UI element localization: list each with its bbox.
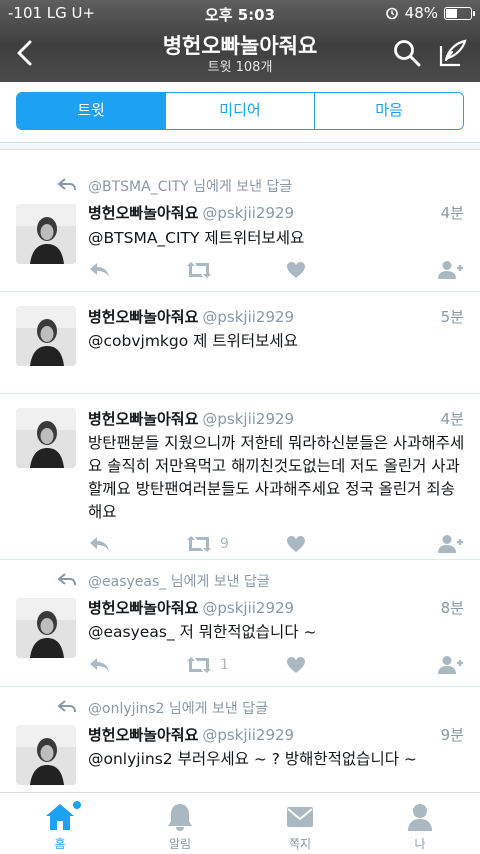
reply-button[interactable] — [88, 653, 110, 677]
nav-notifications-label: 알림 — [168, 837, 192, 851]
retweet-button[interactable] — [186, 258, 220, 282]
avatar[interactable] — [16, 725, 76, 785]
person-icon — [408, 804, 432, 831]
heart-icon — [287, 657, 305, 673]
avatar[interactable] — [16, 204, 76, 264]
search-icon[interactable] — [392, 38, 422, 68]
profile-tabs: 트윗 미디어 마음 — [0, 82, 480, 142]
reply-button[interactable] — [88, 532, 110, 556]
tweet-header: 병헌오빠놀아줘요 @pskjii2929 5분 — [88, 306, 464, 327]
nav-messages[interactable]: 쪽지 — [240, 793, 360, 854]
add-user-icon — [438, 656, 463, 674]
tweet-text: @cobvjmkgo 제 트위터보세요 — [88, 332, 298, 350]
nav-me-label: 나 — [414, 837, 426, 851]
heart-icon — [287, 262, 305, 278]
tweet-text: 방탄팬분들 지웠으니까 저한테 뭐라하신분들은 사과해주세요 솔직히 저만욕먹고… — [88, 434, 465, 521]
display-name[interactable]: 병헌오빠놀아줘요 — [88, 599, 198, 617]
retweet-count: 9 — [220, 536, 229, 552]
like-button[interactable] — [286, 258, 306, 282]
tweet-header: 병헌오빠놀아줘요 @pskjii2929 9분 — [88, 724, 464, 745]
timestamp: 5분 — [440, 308, 464, 326]
retweet-button[interactable]: 1 — [186, 653, 229, 677]
display-name[interactable]: 병헌오빠놀아줘요 — [88, 410, 198, 428]
tweet-actions: 1 — [88, 653, 464, 677]
segmented-control: 트윗 미디어 마음 — [16, 92, 464, 130]
add-user-icon — [438, 535, 463, 553]
tweet[interactable]: @onlyjins2 님에게 보낸 답글 병헌오빠놀아줘요 @pskjii2929… — [0, 687, 480, 792]
tweet-text: @BTSMA_CITY 제트위터보세요 — [88, 229, 305, 247]
battery-icon — [444, 6, 475, 20]
reply-context[interactable]: @onlyjins2 님에게 보낸 답글 — [88, 698, 268, 718]
tweet-header: 병헌오빠놀아줘요 @pskjii2929 8분 — [88, 597, 464, 618]
follow-button[interactable] — [438, 653, 464, 677]
tweet-header: 병헌오빠놀아줘요 @pskjii2929 4분 — [88, 408, 464, 429]
nav-me[interactable]: 나 — [360, 793, 480, 854]
timestamp: 4분 — [440, 410, 464, 428]
nav-home-label: 홈 — [54, 837, 66, 851]
timestamp: 4분 — [440, 204, 464, 222]
tweet-header: 병헌오빠놀아줘요 @pskjii2929 4분 — [88, 202, 464, 223]
profile-header: -101 LG U+ 오후 5:03 48% 병헌오빠놀아줘요 트윗 108개 — [0, 0, 480, 82]
nav-messages-label: 쪽지 — [288, 837, 312, 851]
reply-icon — [90, 658, 109, 672]
divider — [0, 142, 480, 150]
reply-icon — [90, 537, 109, 551]
timestamp: 9분 — [440, 726, 464, 744]
reply-arrow-icon — [58, 178, 76, 191]
username[interactable]: @pskjii2929 — [202, 410, 294, 428]
username[interactable]: @pskjii2929 — [202, 204, 294, 222]
status-bar: -101 LG U+ 오후 5:03 48% — [0, 0, 480, 26]
avatar[interactable] — [16, 598, 76, 658]
add-user-icon — [438, 261, 463, 279]
reply-icon — [90, 263, 109, 277]
alarm-icon — [385, 7, 398, 20]
reply-button[interactable] — [88, 258, 110, 282]
display-name[interactable]: 병헌오빠놀아줘요 — [88, 204, 198, 222]
timeline[interactable]: @BTSMA_CITY 님에게 보낸 답글 병헌오빠놀아줘요 @pskjii292… — [0, 142, 480, 792]
timestamp: 8분 — [440, 599, 464, 617]
nav-notifications[interactable]: 알림 — [120, 793, 240, 854]
retweet-icon — [187, 262, 211, 278]
tweet[interactable]: 병헌오빠놀아줘요 @pskjii2929 5분 @cobvjmkgo 제 트위터보… — [0, 292, 480, 394]
reply-context[interactable]: @BTSMA_CITY 님에게 보낸 답글 — [88, 176, 292, 196]
retweet-icon — [187, 657, 211, 673]
heart-icon — [287, 536, 305, 552]
tweet-actions — [88, 258, 464, 282]
username[interactable]: @pskjii2929 — [202, 726, 294, 744]
tweet-actions: 9 — [88, 532, 464, 556]
envelope-icon — [287, 807, 313, 827]
display-name[interactable]: 병헌오빠놀아줘요 — [88, 308, 198, 326]
reply-arrow-icon — [58, 573, 76, 586]
avatar[interactable] — [16, 408, 76, 468]
tweet-text: @easyeas_ 저 뭐한적없습니다 ~ — [88, 623, 317, 641]
home-icon — [46, 804, 74, 830]
retweet-count: 1 — [220, 657, 229, 673]
bell-icon — [168, 804, 192, 831]
reply-context[interactable]: @easyeas_ 님에게 보낸 답글 — [88, 571, 270, 591]
tab-media[interactable]: 미디어 — [166, 93, 315, 129]
nav-home[interactable]: 홈 — [0, 793, 120, 854]
retweet-button[interactable]: 9 — [186, 532, 229, 556]
tweet-text: @onlyjins2 부러우세요 ~ ? 방해한적없습니다 ~ — [88, 750, 417, 768]
tab-likes[interactable]: 마음 — [315, 93, 463, 129]
tweet[interactable]: @BTSMA_CITY 님에게 보낸 답글 병헌오빠놀아줘요 @pskjii292… — [0, 150, 480, 292]
tab-tweets[interactable]: 트윗 — [17, 93, 166, 129]
retweet-icon — [187, 536, 211, 552]
like-button[interactable] — [286, 653, 306, 677]
avatar[interactable] — [16, 306, 76, 366]
notification-dot — [73, 801, 81, 809]
battery-percent: 48% — [404, 4, 438, 22]
display-name[interactable]: 병헌오빠놀아줘요 — [88, 726, 198, 744]
username[interactable]: @pskjii2929 — [202, 599, 294, 617]
reply-arrow-icon — [58, 700, 76, 713]
follow-button[interactable] — [438, 532, 464, 556]
follow-button[interactable] — [438, 258, 464, 282]
bottom-tab-bar: 홈 알림 쪽지 나 — [0, 792, 480, 854]
like-button[interactable] — [286, 532, 306, 556]
tweet[interactable]: @easyeas_ 님에게 보낸 답글 병헌오빠놀아줘요 @pskjii2929 … — [0, 560, 480, 687]
username[interactable]: @pskjii2929 — [202, 308, 294, 326]
tweet[interactable]: 병헌오빠놀아줘요 @pskjii2929 4분 방탄팬분들 지웠으니까 저한테 뭐… — [0, 394, 480, 560]
compose-tweet-icon[interactable] — [438, 38, 468, 68]
